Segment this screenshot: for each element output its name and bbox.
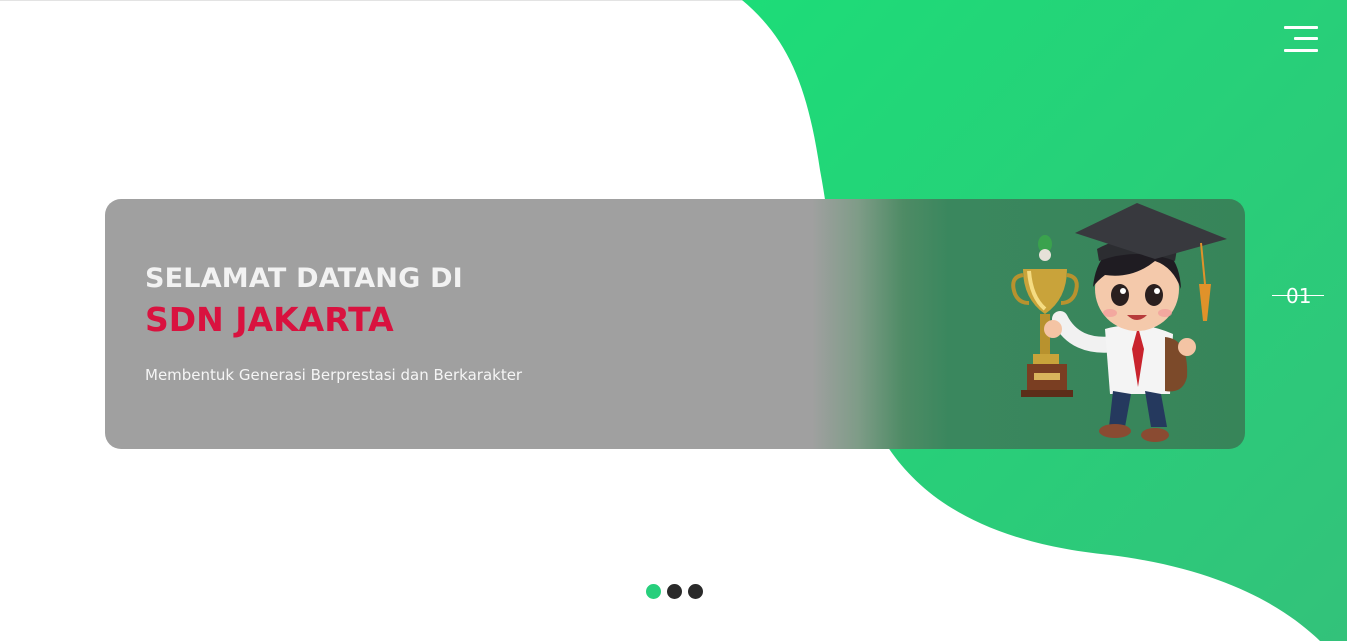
slider-dot-3[interactable]: [688, 584, 703, 599]
hero-title-school-name: SDN JAKARTA: [145, 300, 394, 339]
menu-icon-line: [1294, 37, 1318, 40]
slide-number-text: 01: [1286, 284, 1312, 308]
slider-dot-1[interactable]: [646, 584, 661, 599]
hero-subtitle: Membentuk Generasi Berprestasi dan Berka…: [145, 366, 523, 384]
slide-number-indicator: 01: [1272, 283, 1324, 309]
student-trophy-illustration: [1011, 203, 1227, 442]
slider-pagination: [646, 584, 703, 599]
menu-button[interactable]: [1280, 22, 1322, 58]
hero-card: SELAMAT DATANG DI SDN JAKARTA Membentuk …: [105, 199, 1245, 449]
menu-icon-line: [1284, 26, 1318, 29]
slider-dot-2[interactable]: [667, 584, 682, 599]
menu-icon-line: [1284, 49, 1318, 52]
hero-title-welcome: SELAMAT DATANG DI: [145, 263, 463, 294]
